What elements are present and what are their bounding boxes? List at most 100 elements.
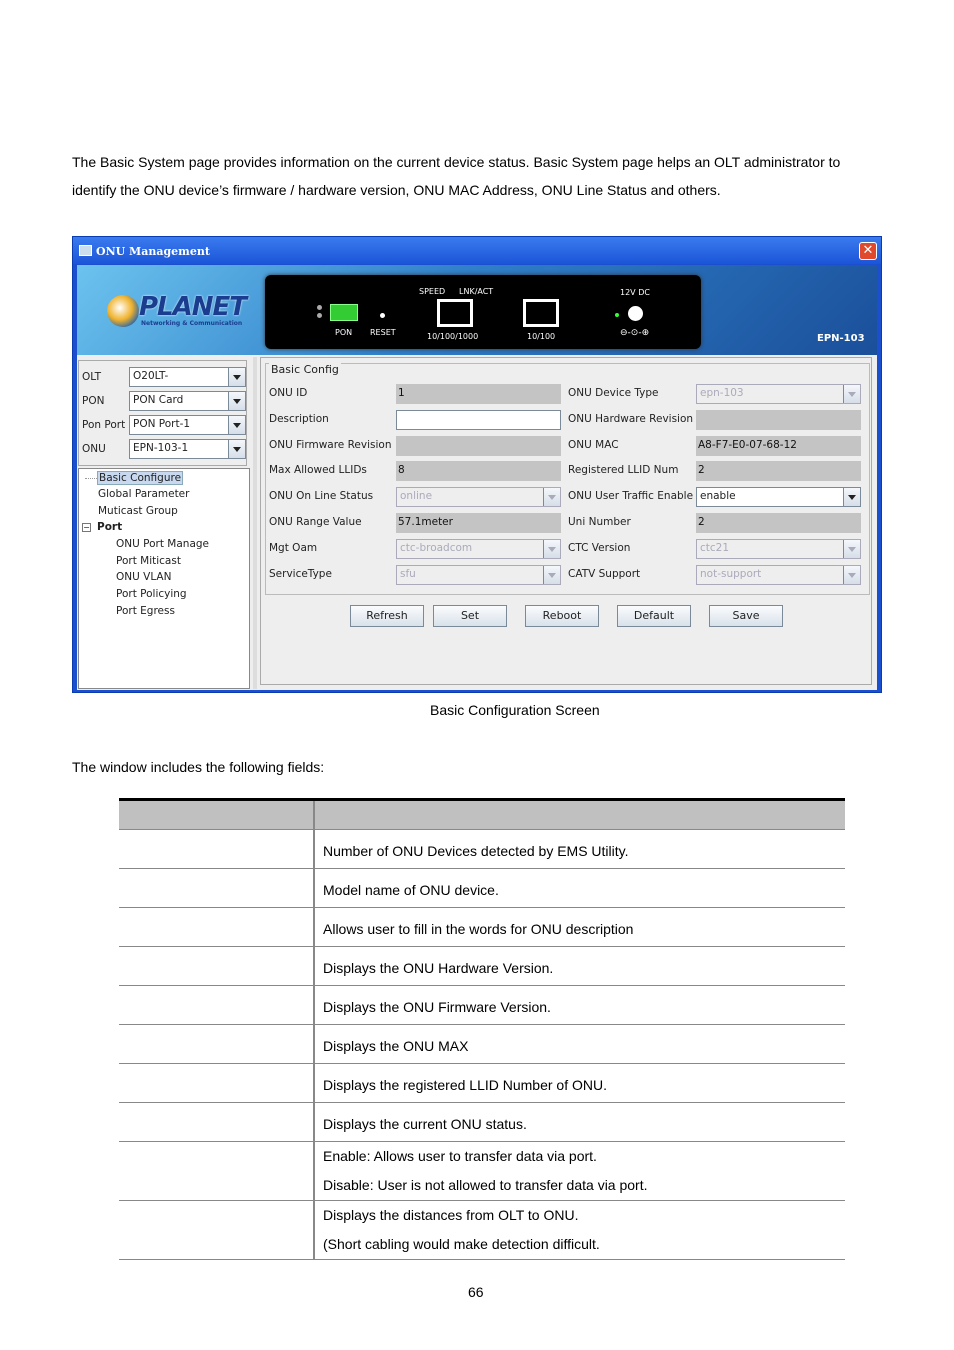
- intro-line: identify the ONU device’s firmware / har…: [72, 182, 721, 198]
- readonly-field: [396, 435, 561, 456]
- field-name-cell: [119, 985, 315, 1025]
- header-cell: [119, 799, 315, 830]
- dropdown-field: epn-103: [696, 384, 861, 404]
- field-label: Description: [269, 412, 329, 425]
- table-header: [119, 799, 845, 830]
- dropdown-field: not-support: [696, 564, 861, 585]
- splitter-handle[interactable]: [253, 357, 257, 689]
- field-name-cell: [119, 946, 315, 986]
- readonly-field: [696, 409, 861, 430]
- onu-management-window: ONU Management ✕ PLANET Networking & Com…: [72, 236, 882, 693]
- field-value: 1: [398, 387, 405, 399]
- description-cell: Allows user to fill in the words for ONU…: [314, 907, 845, 947]
- selector-dropdown[interactable]: EPN-103-1: [129, 439, 246, 459]
- table-row: Model name of ONU device.: [119, 868, 845, 908]
- port1-label: 10/100/1000: [427, 332, 479, 341]
- pon-label: PON: [335, 328, 353, 337]
- fields-intro: The window includes the following fields…: [72, 759, 325, 775]
- description-cell: Enable: Allows user to transfer data via…: [314, 1141, 845, 1201]
- window-title: ONU Management: [96, 245, 210, 258]
- tree-item-port-miticast[interactable]: Port Miticast: [116, 555, 181, 567]
- tree-item-global-parameter[interactable]: Global Parameter: [98, 488, 189, 500]
- field-value: ctc21: [700, 541, 730, 554]
- selector-label: OLT: [82, 371, 102, 383]
- polarity-symbol: ⊖-⊙-⊕: [620, 328, 650, 338]
- tree-item-onu-port-manage[interactable]: ONU Port Manage: [116, 538, 209, 550]
- field-name-cell: [119, 1102, 315, 1142]
- selector-label: ONU: [82, 443, 106, 455]
- selector-dropdown[interactable]: O20LT-: [129, 367, 246, 387]
- field-label: ONU Device Type: [568, 387, 659, 399]
- readonly-field: 8: [396, 461, 561, 482]
- refresh-button[interactable]: Refresh: [350, 605, 424, 627]
- tree-item-port-policying[interactable]: Port Policying: [116, 588, 187, 600]
- intro-paragraph: The Basic System page provides informati…: [72, 148, 882, 204]
- description-cell: Displays the ONU MAX: [314, 1024, 845, 1064]
- field-value: epn-103: [700, 387, 744, 399]
- chevron-down-icon[interactable]: [228, 368, 245, 386]
- chevron-down-icon[interactable]: [843, 488, 860, 507]
- model-label: EPN-103: [817, 333, 865, 344]
- field-value: online: [400, 490, 433, 503]
- chevron-down-icon: [843, 565, 860, 584]
- close-button[interactable]: ✕: [859, 242, 877, 260]
- table-row: Enable: Allows user to transfer data via…: [119, 1141, 845, 1201]
- tree-item-basic-configure[interactable]: Basic Configure: [97, 471, 184, 485]
- chevron-down-icon[interactable]: [228, 440, 245, 458]
- set-button[interactable]: Set: [433, 605, 507, 627]
- fields-table: Number of ONU Devices detected by EMS Ut…: [119, 798, 845, 1260]
- navigation-tree: Basic Configure Global Parameter Muticas…: [78, 468, 250, 689]
- dropdown-field: sfu: [396, 564, 561, 585]
- description-line: Allows user to fill in the words for ONU…: [323, 920, 634, 937]
- field-name-cell: [119, 868, 315, 908]
- chevron-down-icon[interactable]: [228, 392, 245, 410]
- field-label: ONU ID: [269, 387, 308, 399]
- description-cell: Displays the current ONU status.: [314, 1102, 845, 1142]
- selector-label: PON: [82, 395, 105, 407]
- selector-dropdown[interactable]: PON Card: [129, 391, 246, 411]
- table-row: Displays the ONU MAX: [119, 1024, 845, 1064]
- table-row: Displays the registered LLID Number of O…: [119, 1063, 845, 1103]
- field-label: Uni Number: [568, 516, 631, 528]
- dropdown-field[interactable]: enable: [696, 487, 861, 508]
- description-cell: Displays the ONU Hardware Version.: [314, 946, 845, 986]
- description-cell: Displays the distances from OLT to ONU. (…: [314, 1200, 845, 1260]
- chevron-down-icon[interactable]: [228, 416, 245, 434]
- lnkact-label: LNK/ACT: [459, 287, 494, 296]
- tree-item-port-egress[interactable]: Port Egress: [116, 605, 175, 617]
- readonly-field: A8-F7-E0-07-68-12: [696, 435, 861, 456]
- dropdown-field: online: [396, 487, 561, 508]
- description-line: Displays the distances from OLT to ONU.: [323, 1207, 579, 1223]
- selector-value: EPN-103-1: [133, 442, 189, 454]
- led-icon: [317, 305, 322, 310]
- collapse-icon[interactable]: −: [82, 523, 91, 532]
- default-button[interactable]: Default: [617, 605, 691, 627]
- save-button[interactable]: Save: [709, 605, 783, 627]
- power-led-icon: [615, 313, 619, 317]
- field-value: sfu: [400, 567, 416, 580]
- description-line: Model name of ONU device.: [323, 881, 499, 898]
- chevron-down-icon: [543, 565, 560, 584]
- chevron-down-icon: [543, 539, 560, 558]
- description-input[interactable]: [396, 409, 561, 430]
- field-name-cell: [119, 1200, 315, 1260]
- tree-item-multicast-group[interactable]: Muticast Group: [98, 505, 178, 517]
- description-line: Displays the ONU Firmware Version.: [323, 998, 551, 1015]
- field-name-cell: [119, 1024, 315, 1064]
- intro-line: The Basic System page provides informati…: [72, 154, 841, 170]
- field-label: Mgt Oam: [269, 541, 318, 554]
- figure-caption: Basic Configuration Screen: [430, 702, 600, 718]
- logo-brand: PLANET: [139, 292, 247, 322]
- description-line: Displays the ONU Hardware Version.: [323, 959, 554, 976]
- device-front-panel: PON RESET SPEED LNK/ACT 10/100/1000 10/1…: [265, 275, 701, 349]
- reboot-button[interactable]: Reboot: [525, 605, 599, 627]
- port2-label: 10/100: [527, 332, 556, 341]
- description-cell: Displays the registered LLID Number of O…: [314, 1063, 845, 1103]
- tree-item-port[interactable]: Port: [97, 521, 122, 533]
- selector-panel: OLT O20LT- PON PON Card Pon Port PON Port-1 ON…: [78, 360, 247, 466]
- tree-item-onu-vlan[interactable]: ONU VLAN: [116, 571, 171, 583]
- selector-dropdown[interactable]: PON Port-1: [129, 415, 246, 435]
- field-label: ONU MAC: [568, 438, 619, 451]
- page-number: 66: [468, 1284, 484, 1300]
- table-row: Displays the ONU Hardware Version.: [119, 946, 845, 986]
